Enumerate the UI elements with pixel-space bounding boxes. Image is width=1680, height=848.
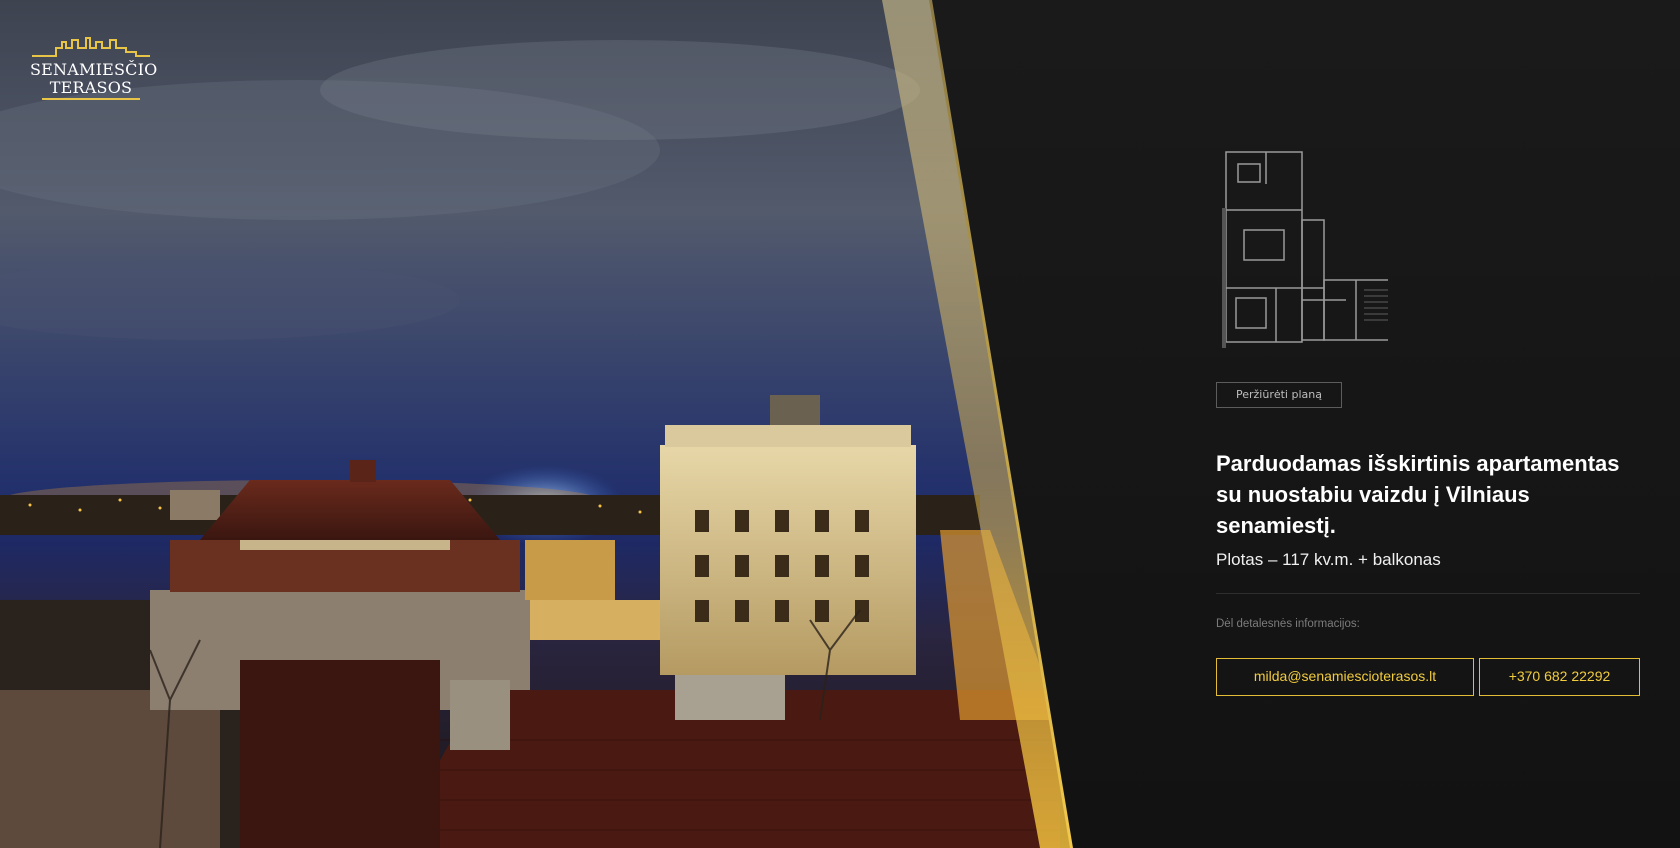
headline-text: Parduodamas išskirtinis apartamentas su … (1216, 451, 1620, 507)
skyline-logo-icon (32, 37, 150, 57)
contact-label: Dėl detalesnės informacijos: (1216, 618, 1360, 630)
listing-headline: Parduodamas išskirtinis apartamentas su … (1216, 448, 1636, 541)
headline-end: . (1329, 513, 1336, 538)
view-plan-button[interactable]: Peržiūrėti planą (1216, 382, 1342, 408)
phone-button[interactable]: +370 682 22292 (1479, 658, 1640, 696)
divider (1216, 593, 1640, 594)
email-button[interactable]: milda@senamiescioterasos.lt (1216, 658, 1474, 696)
brand-name-line2: TERASOS (49, 78, 133, 97)
logo-underline (42, 98, 140, 100)
floor-plan-thumbnail[interactable] (1216, 150, 1395, 362)
brand-name-line1: SENAMIESČIO (30, 60, 158, 79)
area-text: Plotas – 117 kv.m. + balkonas (1216, 550, 1441, 569)
brand-logo[interactable]: SENAMIESČIO TERASOS (30, 36, 158, 104)
floor-plan-icon (1222, 151, 1395, 348)
